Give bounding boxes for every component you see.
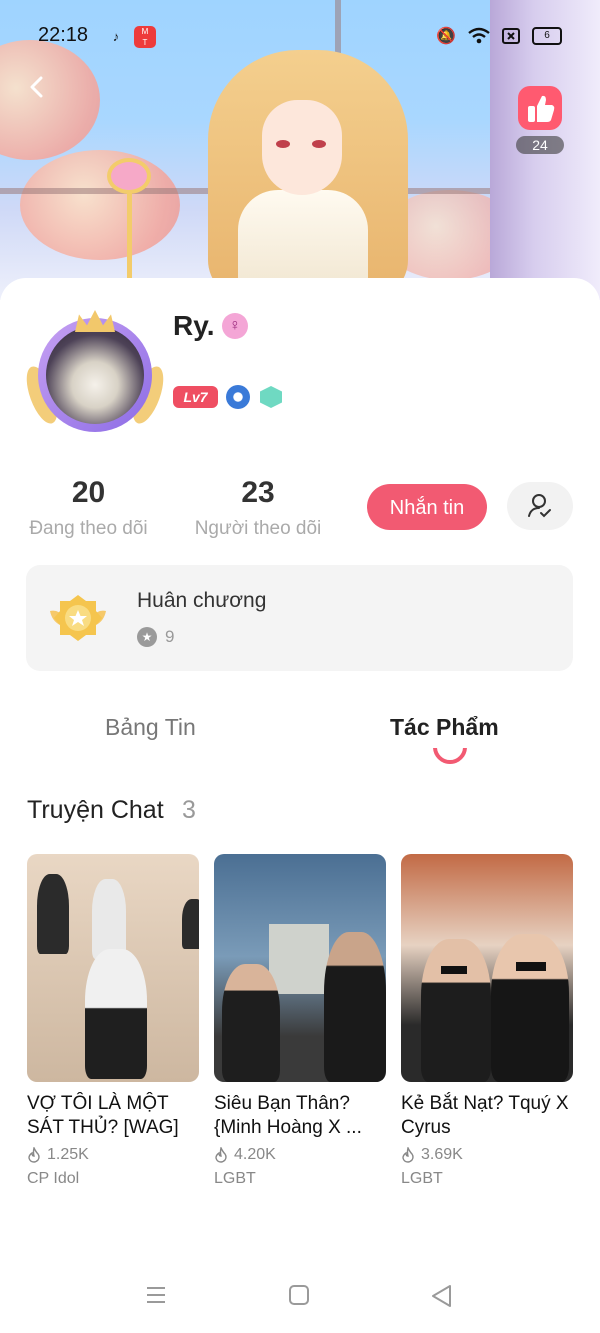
medals-count-row: ★ 9	[137, 627, 174, 647]
medals-card[interactable]: Huân chương ★ 9	[26, 565, 573, 671]
recent-apps-icon[interactable]	[146, 1286, 166, 1304]
banner-cloud	[0, 40, 100, 160]
username: Ry.	[173, 310, 215, 341]
story-card[interactable]: Siêu Bạn Thân? {Minh Hoàng X ... 4.20K L…	[214, 854, 386, 1188]
following-label: Đang theo dõi	[29, 518, 148, 539]
sim-icon	[502, 28, 520, 44]
story-views-count: 4.20K	[234, 1146, 276, 1163]
story-title: Kẻ Bắt Nạt? Tquý X Cyrus	[401, 1093, 569, 1138]
status-bar: 22:18 ♪ MT 🔕 6	[0, 22, 600, 52]
avatar[interactable]	[20, 310, 170, 440]
story-category: LGBT	[214, 1170, 256, 1187]
follow-button[interactable]	[507, 482, 573, 530]
story-title: VỢ TÔI LÀ MỘT SÁT THỦ? [WAG]	[27, 1093, 179, 1138]
story-category: CP Idol	[27, 1170, 80, 1187]
avatar-photo	[46, 326, 144, 424]
status-time: 22:18	[38, 24, 89, 46]
story-views: 1.25K	[27, 1146, 199, 1164]
story-card[interactable]: VỢ TÔI LÀ MỘT SÁT THỦ? [WAG] 1.25K CP Id…	[27, 854, 199, 1188]
medals-title: Huân chương	[137, 589, 267, 612]
star-icon: ★	[137, 627, 157, 647]
message-button[interactable]: Nhắn tin	[367, 484, 487, 530]
character-eye	[276, 140, 290, 148]
battery-icon: 6	[532, 27, 562, 45]
tab-works[interactable]: Tác Phẩm	[390, 714, 499, 741]
thumbs-up-icon	[518, 86, 562, 130]
banner-cloud	[20, 150, 180, 260]
wifi-icon	[468, 27, 490, 44]
avatar-frame-crown	[75, 310, 115, 332]
active-tab-indicator	[433, 748, 467, 764]
tiktok-icon: ♪	[112, 29, 120, 44]
story-cover	[401, 854, 573, 1082]
flame-icon	[215, 1147, 227, 1163]
followers-stat[interactable]: 23 Người theo dõi	[190, 476, 326, 540]
section-title: Truyện Chat	[27, 796, 164, 824]
following-count: 20	[71, 476, 106, 509]
user-follow-icon	[528, 494, 551, 518]
story-cover	[214, 854, 386, 1082]
nav-back-icon[interactable]	[430, 1284, 454, 1308]
mangatoon-icon: MT	[134, 26, 156, 48]
system-nav-bar	[0, 1270, 600, 1320]
medals-count: 9	[165, 627, 175, 646]
tab-feed[interactable]: Bảng Tin	[105, 714, 196, 741]
magic-wand-head	[107, 158, 151, 194]
character-eye	[312, 140, 326, 148]
followers-label: Người theo dõi	[194, 518, 322, 539]
flame-icon	[28, 1147, 40, 1163]
blue-drop-badge-icon[interactable]	[226, 385, 250, 409]
following-stat[interactable]: 20 Đang theo dõi	[26, 476, 151, 540]
level-badge[interactable]: Lv7	[173, 386, 218, 408]
female-gender-icon: ♀	[222, 313, 248, 339]
like-count: 24	[516, 136, 564, 154]
story-category: LGBT	[401, 1170, 443, 1187]
story-cover	[27, 854, 199, 1082]
story-card[interactable]: Kẻ Bắt Nạt? Tquý X Cyrus 3.69K LGBT	[401, 854, 573, 1188]
story-views: 4.20K	[214, 1146, 386, 1164]
flame-icon	[402, 1147, 414, 1163]
story-title: Siêu Bạn Thân? {Minh Hoàng X ...	[214, 1093, 362, 1138]
home-icon[interactable]	[289, 1285, 309, 1305]
avatar-character-face	[262, 100, 342, 195]
mute-vibrate-icon: 🔕	[436, 28, 456, 45]
status-icons: 🔕 6	[436, 26, 562, 46]
followers-count: 23	[241, 476, 275, 509]
story-views-count: 3.69K	[421, 1146, 463, 1163]
story-views: 3.69K	[401, 1146, 573, 1164]
medal-icon	[50, 595, 106, 641]
like-button[interactable]: 24	[516, 86, 564, 158]
story-views-count: 1.25K	[47, 1146, 89, 1163]
section-count: 3	[182, 796, 196, 824]
back-icon[interactable]	[26, 76, 48, 98]
